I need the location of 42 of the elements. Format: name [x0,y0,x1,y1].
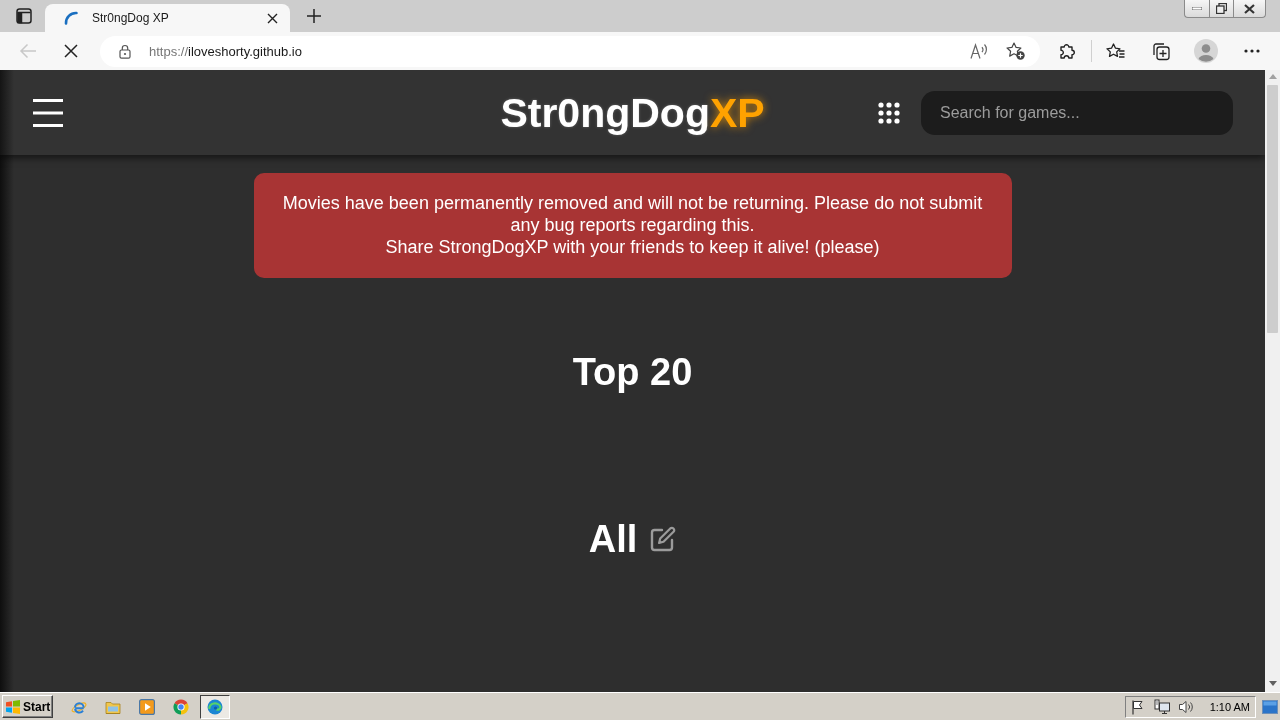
site-logo[interactable]: Str0ngDogXP [500,88,765,137]
search-field[interactable]: Search for games... [921,90,1233,135]
lock-icon[interactable] [119,43,131,59]
flag-icon[interactable] [1130,698,1146,715]
speaker-icon[interactable] [1178,698,1194,715]
profile-avatar-icon[interactable] [1194,39,1218,63]
edit-icon[interactable] [650,526,677,552]
section-title: All [588,517,638,562]
address-bar[interactable]: https://iloveshorty.github.io [100,35,1040,67]
new-tab-icon[interactable] [307,9,321,23]
notice-text: Movies have been permanently removed and will not be returning. Please do not submit any bug reports regarding this. [281,192,984,236]
scroll-down-icon[interactable] [1268,681,1277,686]
read-aloud-icon[interactable] [970,43,988,59]
wave-circle-icon [207,698,223,715]
collections-icon[interactable] [1151,41,1170,61]
close-icon [1244,3,1255,14]
start-button[interactable]: Start [2,695,53,718]
browser-tab[interactable]: Str0ngDog XP [45,4,290,32]
section-title: Top 20 [572,350,693,395]
restore-icon [1216,3,1227,14]
restore-button[interactable] [1209,0,1233,18]
tab-close-icon[interactable] [267,12,278,24]
taskbar-button[interactable] [200,694,230,719]
play-tile-icon [139,698,155,715]
show-desktop-icon[interactable] [1262,698,1278,715]
favorites-icon[interactable] [1106,42,1125,60]
more-icon[interactable] [1244,49,1260,53]
url-text[interactable]: https://iloveshorty.github.io [149,43,302,59]
puzzle-piece-icon[interactable] [1058,42,1076,60]
star-plus-icon[interactable] [1006,42,1025,60]
tricolor-circle-icon [173,698,189,715]
clock-text[interactable]: 1:10 AM [1209,700,1250,713]
close-window-button[interactable] [1233,0,1266,18]
menu-icon[interactable] [33,98,63,127]
notice-text: Share StrongDogXP with your friends to keep it alive! (please) [384,236,881,258]
windows-flag-icon [5,699,21,714]
network-icon[interactable] [1154,698,1170,715]
tab-actions-icon[interactable] [16,8,32,24]
minimize-icon [1192,7,1202,10]
apps-grid-icon[interactable] [878,101,900,124]
stop-icon[interactable] [64,44,78,58]
scrollbar-thumb[interactable] [1267,85,1278,333]
